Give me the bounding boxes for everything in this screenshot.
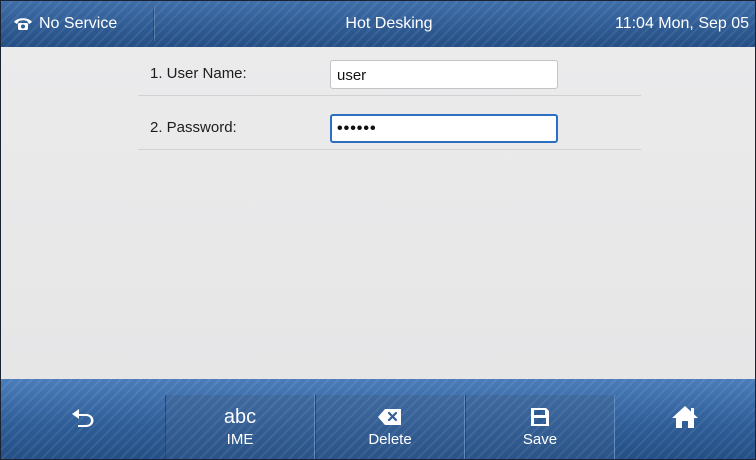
ime-button[interactable]: abc IME <box>165 395 315 459</box>
phone-screen: No Service Hot Desking 11:04 Mon, Sep 05… <box>0 0 756 460</box>
clock-display: 11:04 Mon, Sep 05 <box>615 15 750 32</box>
user-name-field[interactable]: user <box>330 60 558 89</box>
phone-icon <box>13 17 33 31</box>
floppy-disk-icon <box>530 406 550 428</box>
backspace-icon <box>377 406 403 428</box>
user-name-label: 1. User Name: <box>150 65 247 82</box>
page-title: Hot Desking <box>345 15 433 32</box>
softkey-group: abc IME Delete Save <box>165 395 615 459</box>
hot-desking-form: 1. User Name: user 2. Password: •••••• <box>1 47 755 379</box>
user-name-value: user <box>337 67 367 84</box>
status-indicator: No Service <box>1 1 153 47</box>
softkey-bar: abc IME Delete Save <box>1 379 755 459</box>
password-value: •••••• <box>337 120 377 137</box>
status-bar: No Service Hot Desking 11:04 Mon, Sep 05 <box>1 1 755 47</box>
password-label: 2. Password: <box>150 119 237 136</box>
home-button[interactable] <box>615 379 755 459</box>
back-arrow-icon <box>70 406 96 433</box>
save-label: Save <box>522 431 558 448</box>
delete-label: Delete <box>368 431 412 448</box>
ime-glyph: abc <box>223 406 257 428</box>
home-icon <box>671 405 699 434</box>
back-button[interactable] <box>1 379 165 459</box>
password-field[interactable]: •••••• <box>330 114 558 143</box>
user-name-row: 1. User Name: user <box>138 53 641 96</box>
status-text: No Service <box>39 15 118 32</box>
ime-label: IME <box>226 431 254 448</box>
save-button[interactable]: Save <box>465 395 615 459</box>
delete-button[interactable]: Delete <box>315 395 465 459</box>
password-row: 2. Password: •••••• <box>138 107 641 150</box>
